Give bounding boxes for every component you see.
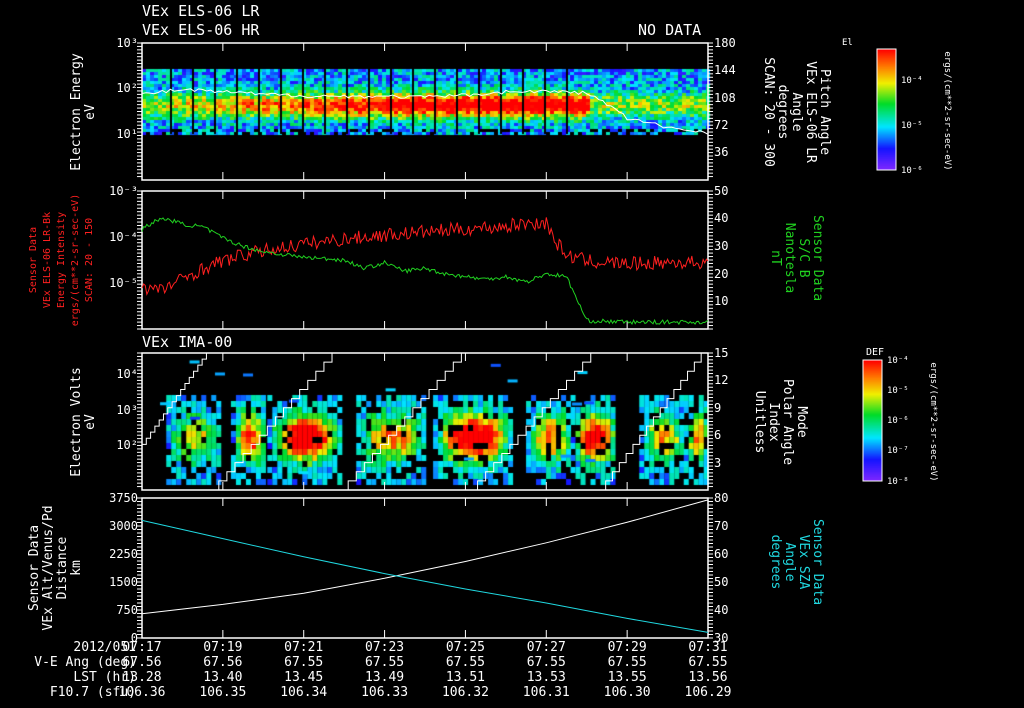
p4-right-tick-label: 50 — [714, 575, 729, 589]
p4-y-axis-label: km — [69, 560, 84, 576]
p2-y-axis-label: Energy Intensity — [56, 211, 67, 309]
footer-value: 106.30 — [603, 685, 651, 700]
p3-mode-staircase — [340, 352, 470, 491]
p1-right-tick-label: 72 — [714, 118, 729, 132]
colorbar-def-title: DEF — [866, 347, 885, 358]
colorbar-tick-label: 10⁻⁷ — [887, 446, 909, 456]
colorbar-tick-label: 10⁻⁴ — [901, 76, 923, 86]
p4-right-axis-label: VEx SZA — [796, 534, 811, 590]
footer-value: 07:17 — [122, 640, 162, 655]
p1-right-tick-label: 108 — [714, 91, 736, 105]
footer-value: 07:19 — [203, 640, 243, 655]
colorbar-tick-label: 10⁻⁶ — [901, 166, 923, 176]
footer-value: 07:21 — [284, 640, 324, 655]
footer-value: 13.56 — [688, 670, 728, 685]
title-hr: VEx ELS-06 HR — [142, 21, 260, 39]
footer-value: 07:31 — [688, 640, 728, 655]
footer-value: 67.55 — [445, 655, 485, 670]
footer-value: 13.28 — [122, 670, 162, 685]
footer-value: 106.33 — [361, 685, 409, 700]
p1-energy-line — [141, 88, 709, 135]
p3-y-axis-label: eV — [83, 414, 98, 430]
colorbar-unit-label: ergs/(cm**2-sr-sec-eV) — [942, 50, 952, 171]
p3-right-tick-label: 6 — [714, 428, 722, 442]
p4-right-axis-label: Angle — [782, 542, 797, 582]
p1-frame — [141, 42, 709, 181]
p2-right-tick-label: 20 — [714, 267, 729, 281]
footer-value: 106.31 — [522, 685, 570, 700]
p1-right-tick-label: 36 — [714, 145, 729, 159]
p3-mode-staircase — [469, 352, 599, 491]
p3-right-tick-label: 15 — [714, 346, 729, 360]
p4-y-axis-label: Sensor Data — [27, 524, 42, 612]
p4-altitude-line — [141, 499, 709, 615]
footer-value: 13.51 — [445, 670, 485, 685]
p2-right-tick-label: 10 — [714, 294, 729, 308]
colorbar-el-frame — [876, 48, 897, 171]
p4-frame — [141, 497, 709, 639]
ima-title: VEx IMA-00 — [142, 333, 233, 351]
footer-value: 67.55 — [607, 655, 647, 670]
p2-right-tick-label: 30 — [714, 239, 729, 253]
p4-sza-line — [141, 519, 709, 633]
colorbar-unit-label: ergs/(cm**2-sr-sec-eV) — [928, 361, 938, 482]
p3-mode-staircase — [210, 352, 341, 491]
footer-value: 106.35 — [199, 685, 247, 700]
p3-right-tick-label: 3 — [714, 456, 722, 470]
p1-right-tick-label: 180 — [714, 36, 736, 50]
no-data-label: NO DATA — [638, 21, 702, 39]
footer-value: 13.55 — [607, 670, 647, 685]
p4-y-axis-label: VEx Alt/Venus/Pd — [41, 505, 56, 631]
footer-value: 67.56 — [122, 655, 162, 670]
footer-value: 07:23 — [364, 640, 405, 655]
p3-right-axis-label: Unitless — [752, 390, 767, 454]
p3-mode-staircase — [142, 352, 211, 445]
p4-right-axis-label: degrees — [768, 534, 783, 590]
colorbar-tick-label: 10⁻⁵ — [901, 121, 923, 131]
p4-right-tick-label: 70 — [714, 519, 729, 533]
footer-value: 67.55 — [364, 655, 405, 670]
p2-y-axis-label: Sensor Data — [28, 226, 39, 294]
footer-value: 106.29 — [684, 685, 732, 700]
footer-value: 13.40 — [203, 670, 243, 685]
p2-right-axis-label: Sensor Data — [810, 214, 825, 302]
p4-right-axis-label: Sensor Data — [810, 518, 825, 606]
footer-value: 13.49 — [364, 670, 405, 685]
colorbar-tick-label: 10⁻⁶ — [887, 416, 909, 426]
colorbar-tick-label: 10⁻⁵ — [887, 386, 909, 396]
footer-value: 67.55 — [284, 655, 324, 670]
p3-mode-staircase — [598, 352, 708, 491]
footer-value: 106.34 — [280, 685, 328, 700]
footer-value: 13.45 — [284, 670, 324, 685]
p2-right-tick-label: 40 — [714, 211, 729, 225]
p2-right-tick-label: 50 — [714, 184, 729, 198]
footer-value: 106.32 — [441, 685, 489, 700]
footer-value: 13.53 — [526, 670, 566, 685]
footer-value: 67.56 — [203, 655, 243, 670]
footer-value: 07:29 — [607, 640, 647, 655]
p4-right-tick-label: 40 — [714, 603, 729, 617]
colorbar-el-title: El — [842, 38, 853, 48]
p3-right-tick-label: 12 — [714, 373, 729, 387]
p1-left-tick-label: 10³ — [116, 36, 138, 50]
footer-value: 106.36 — [118, 685, 166, 700]
colorbar-def-frame — [862, 359, 883, 482]
p2-red-intensity-line — [141, 217, 709, 296]
colorbar-tick-label: 10⁻⁸ — [887, 477, 909, 487]
p4-right-tick-label: 60 — [714, 547, 729, 561]
p3-right-tick-label: 9 — [714, 401, 722, 415]
title-lr: VEx ELS-06 LR — [142, 2, 260, 20]
colorbar-tick-label: 10⁻⁴ — [887, 356, 909, 366]
p4-y-axis-label: Distance — [55, 536, 70, 600]
p1-right-tick-label: 144 — [714, 63, 736, 77]
p2-y-axis-label: VEx ELS-06 LR-Bk — [42, 211, 53, 309]
footer-value: 67.55 — [526, 655, 566, 670]
p4-right-tick-label: 80 — [714, 491, 729, 505]
footer-value: 07:27 — [526, 640, 566, 655]
footer-value: 67.55 — [688, 655, 728, 670]
footer-value: 07:25 — [445, 640, 485, 655]
p3-frame — [141, 352, 709, 491]
